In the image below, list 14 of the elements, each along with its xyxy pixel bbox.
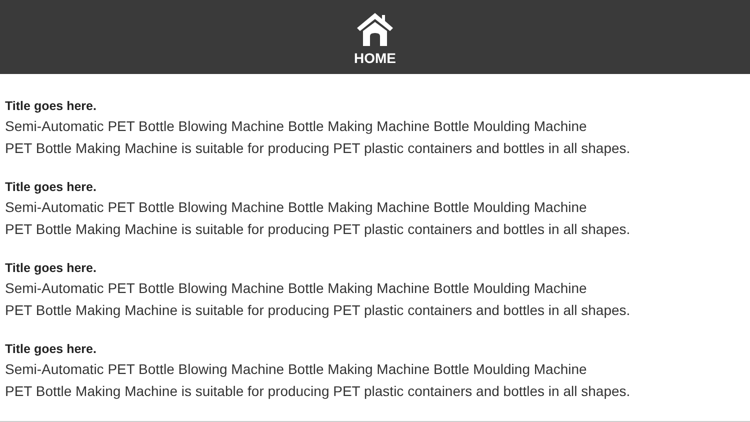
item-title: Title goes here. — [5, 341, 98, 358]
item-description: Semi-Automatic PET Bottle Blowing Machine Bottle Making Machine Bottle Moulding Machine — [5, 279, 588, 298]
item-description: PET Bottle Making Machine is suitable for producing PET plastic containers and bottles in all shapes. — [5, 220, 632, 239]
item-description: PET Bottle Making Machine is suitable for producing PET plastic containers and bottles in all shapes. — [5, 301, 632, 320]
home-icon — [356, 12, 394, 46]
item-description: Semi-Automatic PET Bottle Blowing Machine Bottle Making Machine Bottle Moulding Machine — [5, 360, 588, 379]
item-description: PET Bottle Making Machine is suitable for producing PET plastic containers and bottles in all shapes. — [5, 139, 632, 158]
item-title: Title goes here. — [5, 260, 98, 277]
item-title: Title goes here. — [5, 98, 98, 115]
item-description: PET Bottle Making Machine is suitable for producing PET plastic containers and bottles in all shapes. — [5, 382, 632, 401]
home-link[interactable]: HOME — [354, 0, 396, 66]
item-description: Semi-Automatic PET Bottle Blowing Machine Bottle Making Machine Bottle Moulding Machine — [5, 198, 588, 217]
item-description: Semi-Automatic PET Bottle Blowing Machine Bottle Making Machine Bottle Moulding Machine — [5, 117, 588, 136]
item-title: Title goes here. — [5, 179, 98, 196]
